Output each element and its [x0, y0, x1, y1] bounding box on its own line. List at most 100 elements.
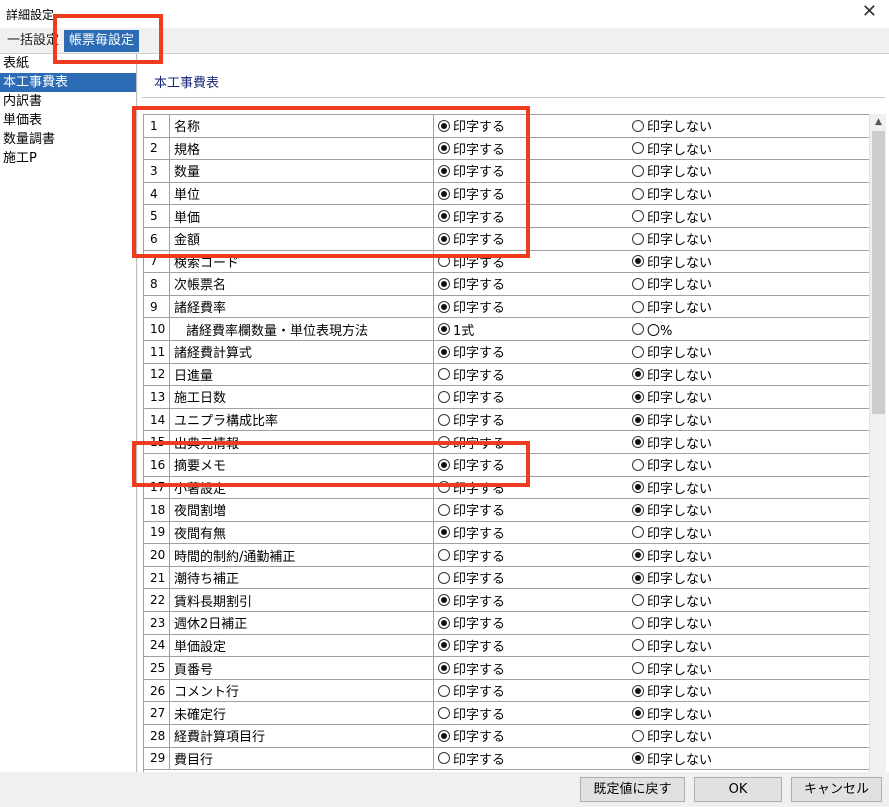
no-print-option[interactable]: 印字しない	[632, 612, 869, 634]
radio-button[interactable]	[438, 300, 450, 313]
radio-button[interactable]	[438, 503, 450, 516]
radio-button[interactable]	[632, 752, 644, 765]
no-print-option[interactable]: 印字しない	[632, 160, 869, 182]
radio-button[interactable]	[632, 142, 644, 155]
radio-button[interactable]	[632, 481, 644, 494]
radio-button[interactable]	[438, 639, 450, 652]
radio-button[interactable]	[438, 413, 450, 426]
print-option[interactable]: 印字する	[434, 635, 632, 657]
radio-button[interactable]	[438, 323, 450, 336]
no-print-option[interactable]: 印字しない	[632, 702, 869, 724]
print-option[interactable]: 印字する	[434, 273, 632, 295]
radio-button[interactable]	[632, 232, 644, 245]
no-print-option[interactable]: 印字しない	[632, 477, 869, 499]
print-option[interactable]: 印字する	[434, 409, 632, 431]
ok-button[interactable]: OK	[694, 777, 782, 802]
radio-button[interactable]	[438, 594, 450, 607]
radio-button[interactable]	[632, 164, 644, 177]
no-print-option[interactable]: 印字しない	[632, 205, 869, 227]
print-option[interactable]: 印字する	[434, 341, 632, 363]
print-option[interactable]: 印字する	[434, 612, 632, 634]
radio-button[interactable]	[438, 526, 450, 539]
print-option[interactable]: 印字する	[434, 589, 632, 611]
no-print-option[interactable]: 印字しない	[632, 635, 869, 657]
no-print-option[interactable]: 印字しない	[632, 409, 869, 431]
no-print-option[interactable]: 印字しない	[632, 522, 869, 544]
radio-button[interactable]	[632, 277, 644, 290]
radio-button[interactable]	[632, 255, 644, 268]
radio-button[interactable]	[632, 119, 644, 132]
print-option[interactable]: 印字する	[434, 702, 632, 724]
form-list-item-selected[interactable]: 本工事費表	[0, 73, 136, 92]
radio-button[interactable]	[438, 390, 450, 403]
no-print-option[interactable]: 印字しない	[632, 657, 869, 679]
radio-button[interactable]	[632, 368, 644, 381]
no-print-option[interactable]: 印字しない	[632, 138, 869, 160]
radio-button[interactable]	[438, 368, 450, 381]
radio-button[interactable]	[438, 752, 450, 765]
radio-button[interactable]	[632, 571, 644, 584]
print-option[interactable]: 印字する	[434, 386, 632, 408]
print-option[interactable]: 印字する	[434, 680, 632, 702]
radio-button[interactable]	[438, 662, 450, 675]
radio-button[interactable]	[438, 616, 450, 629]
no-print-option[interactable]: 〇%	[632, 318, 869, 340]
print-option[interactable]: 印字する	[434, 364, 632, 386]
print-option[interactable]: 印字する	[434, 748, 632, 770]
no-print-option[interactable]: 印字しない	[632, 364, 869, 386]
close-icon[interactable]: ✕	[862, 2, 877, 22]
radio-button[interactable]	[632, 210, 644, 223]
radio-button[interactable]	[632, 594, 644, 607]
radio-button[interactable]	[632, 413, 644, 426]
no-print-option[interactable]: 印字しない	[632, 273, 869, 295]
radio-button[interactable]	[438, 729, 450, 742]
form-list-item[interactable]: 施工P	[0, 149, 136, 168]
no-print-option[interactable]: 印字しない	[632, 454, 869, 476]
radio-button[interactable]	[632, 549, 644, 562]
print-option[interactable]: 印字する	[434, 567, 632, 589]
print-option[interactable]: 印字する	[434, 657, 632, 679]
radio-button[interactable]	[632, 729, 644, 742]
vertical-scrollbar[interactable]: ▲	[869, 114, 886, 772]
print-option[interactable]: 印字する	[434, 296, 632, 318]
no-print-option[interactable]: 印字しない	[632, 544, 869, 566]
print-option[interactable]: 1式	[434, 318, 632, 340]
radio-button[interactable]	[632, 436, 644, 449]
print-option[interactable]: 印字する	[434, 499, 632, 521]
no-print-option[interactable]: 印字しない	[632, 341, 869, 363]
cancel-button[interactable]: キャンセル	[791, 777, 882, 802]
no-print-option[interactable]: 印字しない	[632, 748, 869, 770]
radio-button[interactable]	[632, 187, 644, 200]
reset-defaults-button[interactable]: 既定値に戻す	[580, 777, 685, 802]
print-option[interactable]: 印字する	[434, 725, 632, 747]
no-print-option[interactable]: 印字しない	[632, 228, 869, 250]
radio-button[interactable]	[632, 707, 644, 720]
no-print-option[interactable]: 印字しない	[632, 589, 869, 611]
no-print-option[interactable]: 印字しない	[632, 183, 869, 205]
no-print-option[interactable]: 印字しない	[632, 499, 869, 521]
no-print-option[interactable]: 印字しない	[632, 115, 869, 137]
no-print-option[interactable]: 印字しない	[632, 725, 869, 747]
radio-button[interactable]	[632, 684, 644, 697]
radio-button[interactable]	[438, 707, 450, 720]
radio-button[interactable]	[632, 639, 644, 652]
radio-button[interactable]	[438, 684, 450, 697]
no-print-option[interactable]: 印字しない	[632, 386, 869, 408]
print-option[interactable]: 印字する	[434, 522, 632, 544]
form-list-item[interactable]: 数量調書	[0, 130, 136, 149]
radio-button[interactable]	[438, 571, 450, 584]
radio-button[interactable]	[632, 300, 644, 313]
print-option[interactable]: 印字する	[434, 544, 632, 566]
no-print-option[interactable]: 印字しない	[632, 296, 869, 318]
radio-button[interactable]	[438, 549, 450, 562]
radio-button[interactable]	[632, 390, 644, 403]
radio-button[interactable]	[632, 616, 644, 629]
radio-button[interactable]	[632, 503, 644, 516]
radio-button[interactable]	[438, 345, 450, 358]
form-list-item[interactable]: 単価表	[0, 111, 136, 130]
no-print-option[interactable]: 印字しない	[632, 567, 869, 589]
no-print-option[interactable]: 印字しない	[632, 431, 869, 453]
radio-button[interactable]	[438, 277, 450, 290]
radio-button[interactable]	[632, 526, 644, 539]
radio-button[interactable]	[632, 323, 644, 336]
